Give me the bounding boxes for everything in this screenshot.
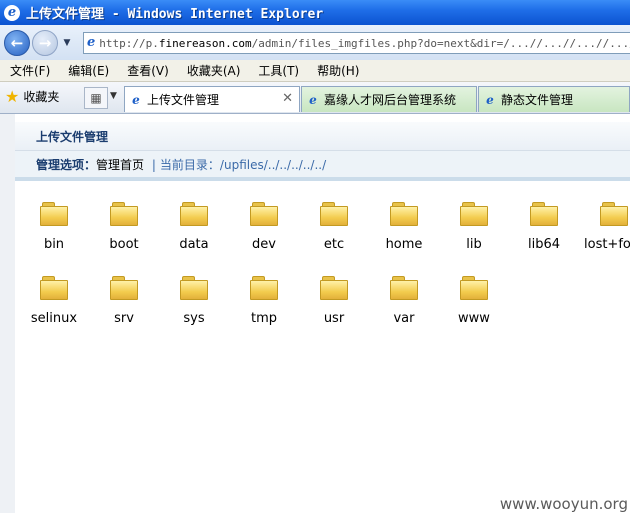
folder-name: selinux	[30, 311, 78, 326]
menu-favorites[interactable]: 收藏夹(A)	[177, 62, 249, 79]
ie-page-icon: e	[486, 92, 494, 107]
address-bar[interactable]: e http://p.finereason.com/admin/files_im…	[83, 32, 630, 54]
folder-icon	[250, 202, 278, 226]
ie-page-icon: e	[132, 92, 140, 107]
tab-label: 嘉缘人才网后台管理系统	[324, 93, 457, 107]
folder-item[interactable]: lib64	[514, 202, 574, 262]
folder-item[interactable]: home	[374, 202, 434, 262]
window-title: 上传文件管理 - Windows Internet Explorer	[26, 7, 324, 22]
close-tab-icon[interactable]: ✕	[282, 91, 293, 106]
folder-item[interactable]: srv	[94, 276, 154, 336]
menu-bar: 文件(F) 编辑(E) 查看(V) 收藏夹(A) 工具(T) 帮助(H)	[0, 60, 630, 82]
tab-upload-file-manage[interactable]: e 上传文件管理 ✕	[124, 86, 300, 112]
star-icon: ★	[5, 86, 20, 106]
folder-icon	[110, 276, 138, 300]
folder-icon	[180, 202, 208, 226]
url-text[interactable]: http://p.finereason.com/admin/files_imgf…	[99, 37, 630, 50]
folder-name: boot	[109, 237, 139, 252]
history-dropdown-icon[interactable]: ▼	[60, 38, 74, 48]
folder-icon	[460, 202, 488, 226]
tab-label: 静态文件管理	[501, 93, 574, 107]
folder-item[interactable]: selinux	[24, 276, 84, 336]
folder-item[interactable]: data	[164, 202, 224, 262]
folder-name: tmp	[250, 311, 277, 326]
tab-static-file-manage[interactable]: e 静态文件管理	[478, 86, 630, 112]
folder-icon	[40, 202, 68, 226]
watermark: www.wooyun.org	[499, 495, 628, 513]
folder-item[interactable]: bin	[24, 202, 84, 262]
url-domain: finereason.com	[158, 36, 252, 50]
folder-name: bin	[43, 237, 65, 252]
folder-icon	[600, 202, 628, 226]
menu-tools[interactable]: 工具(T)	[248, 62, 307, 79]
folder-name: etc	[323, 237, 345, 252]
folder-item[interactable]: var	[374, 276, 434, 336]
folder-item[interactable]: tmp	[234, 276, 294, 336]
quick-tabs-button[interactable]: ▦	[84, 87, 108, 109]
tab-admin-system[interactable]: e 嘉缘人才网后台管理系统	[301, 86, 477, 112]
folder-item[interactable]: etc	[304, 202, 364, 262]
url-prefix: http://p.	[99, 36, 159, 50]
folder-item[interactable]: boot	[94, 202, 154, 262]
menu-view[interactable]: 查看(V)	[117, 62, 177, 79]
folder-icon	[320, 276, 348, 300]
folder-icon	[460, 276, 488, 300]
folder-icon	[40, 276, 68, 300]
back-button[interactable]: ←	[4, 29, 30, 56]
menu-edit[interactable]: 编辑(E)	[58, 62, 117, 79]
navigation-bar: ← → ▼ e http://p.finereason.com/admin/fi…	[0, 25, 630, 60]
menu-help[interactable]: 帮助(H)	[307, 62, 367, 79]
url-path: /admin/files_imgfiles.php?do=next&dir=/.…	[251, 36, 630, 50]
ie-page-icon: e	[309, 92, 317, 107]
folder-name: home	[385, 237, 423, 252]
tab-bar: ★ 收藏夹 ▦ ▼ e 上传文件管理 ✕ e 嘉缘人才网后台管理系统 e 静态文…	[0, 82, 630, 114]
folder-name: lib	[466, 237, 482, 252]
folder-icon	[110, 202, 138, 226]
folder-item[interactable]: www	[444, 276, 504, 336]
folder-name: www	[458, 311, 490, 326]
ie-logo-icon: e	[4, 4, 20, 21]
folder-grid: bin boot data dev etc home lib lib64 lost+found s…	[0, 114, 630, 513]
favorites-label: 收藏夹	[23, 90, 60, 104]
window-titlebar: e 上传文件管理 - Windows Internet Explorer	[0, 0, 630, 25]
folder-name: sys	[183, 311, 205, 326]
folder-name: lost+found	[584, 237, 630, 252]
folder-name: srv	[114, 311, 134, 326]
folder-name: var	[393, 311, 415, 326]
folder-icon	[320, 202, 348, 226]
favorites-button[interactable]: ★ 收藏夹	[5, 88, 59, 105]
folder-name: data	[179, 237, 209, 252]
folder-item[interactable]: usr	[304, 276, 364, 336]
folder-item[interactable]: sys	[164, 276, 224, 336]
folder-item[interactable]: dev	[234, 202, 294, 262]
folder-icon	[390, 276, 418, 300]
folder-item[interactable]: lib	[444, 202, 504, 262]
page-content: 上传文件管理 管理选项：管理首页 | 当前目录：/upfiles/../../..…	[0, 114, 630, 513]
tab-list-dropdown-icon[interactable]: ▼	[110, 91, 117, 101]
folder-icon	[390, 202, 418, 226]
folder-icon	[530, 202, 558, 226]
forward-button[interactable]: →	[32, 29, 58, 56]
page-icon: e	[87, 35, 96, 50]
menu-file[interactable]: 文件(F)	[0, 62, 58, 79]
folder-icon	[180, 276, 208, 300]
folder-icon	[250, 276, 278, 300]
folder-name: usr	[323, 311, 345, 326]
folder-name: lib64	[527, 237, 561, 252]
tab-label: 上传文件管理	[147, 93, 220, 107]
folder-name: dev	[252, 237, 276, 252]
folder-item[interactable]: lost+found	[584, 202, 630, 262]
